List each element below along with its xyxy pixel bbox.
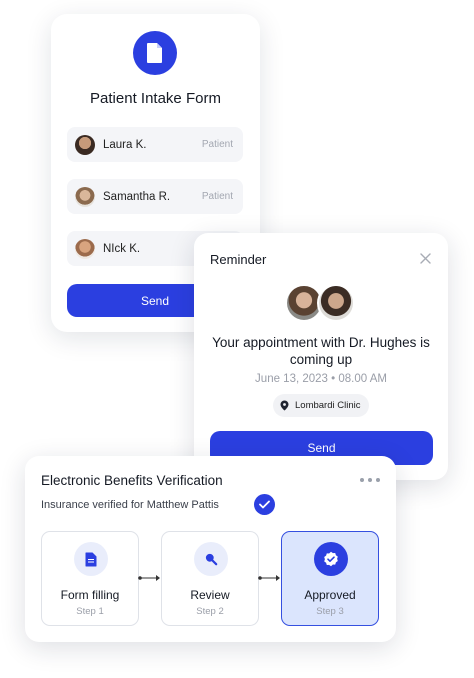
avatar xyxy=(317,284,355,322)
avatar xyxy=(75,134,95,155)
location-chip[interactable]: Lombardi Clinic xyxy=(273,394,370,417)
doctor-avatars xyxy=(285,284,361,324)
patient-name: Laura K. xyxy=(103,138,147,151)
step-arrow-icon xyxy=(138,575,160,581)
verification-status: Insurance verified for Matthew Pattis xyxy=(41,499,219,511)
reminder-card: Reminder Your appointment with Dr. Hughe… xyxy=(194,233,448,480)
intake-title: Patient Intake Form xyxy=(90,90,221,107)
step-number: Step 1 xyxy=(76,606,104,617)
benefits-verification-card: Electronic Benefits Verification Insuran… xyxy=(25,456,396,642)
location-label: Lombardi Clinic xyxy=(295,400,361,411)
step-approved[interactable]: Approved Step 3 xyxy=(281,531,379,626)
close-icon[interactable] xyxy=(416,249,434,267)
reminder-message: Your appointment with Dr. Hughes is comi… xyxy=(212,335,430,367)
avatar xyxy=(75,238,95,259)
approved-check-icon xyxy=(314,542,348,576)
reminder-title: Reminder xyxy=(210,252,267,267)
verified-check-icon xyxy=(254,494,275,515)
patient-name: NIck K. xyxy=(103,242,141,255)
step-number: Step 3 xyxy=(316,606,344,617)
patient-role: Patient xyxy=(201,139,233,150)
patient-name: Samantha R. xyxy=(103,190,171,203)
appointment-datetime: June 13, 2023 • 08.00 AM xyxy=(255,373,387,385)
more-options-icon[interactable] xyxy=(360,474,380,486)
avatar xyxy=(75,186,95,207)
step-label: Review xyxy=(190,588,230,602)
document-icon xyxy=(133,31,177,75)
search-icon xyxy=(194,542,228,576)
step-label: Approved xyxy=(304,588,356,602)
benefits-title: Electronic Benefits Verification xyxy=(41,473,223,488)
form-icon xyxy=(74,542,108,576)
step-arrow-icon xyxy=(258,575,280,581)
step-form-filling[interactable]: Form filling Step 1 xyxy=(41,531,139,626)
patient-role: Patient xyxy=(201,191,233,202)
location-pin-icon xyxy=(280,400,289,411)
step-review[interactable]: Review Step 2 xyxy=(161,531,259,626)
patient-row-laura[interactable]: Laura K. Patient xyxy=(67,127,243,162)
patient-row-samantha[interactable]: Samantha R. Patient xyxy=(67,179,243,214)
step-number: Step 2 xyxy=(196,606,224,617)
step-label: Form filling xyxy=(60,588,120,602)
